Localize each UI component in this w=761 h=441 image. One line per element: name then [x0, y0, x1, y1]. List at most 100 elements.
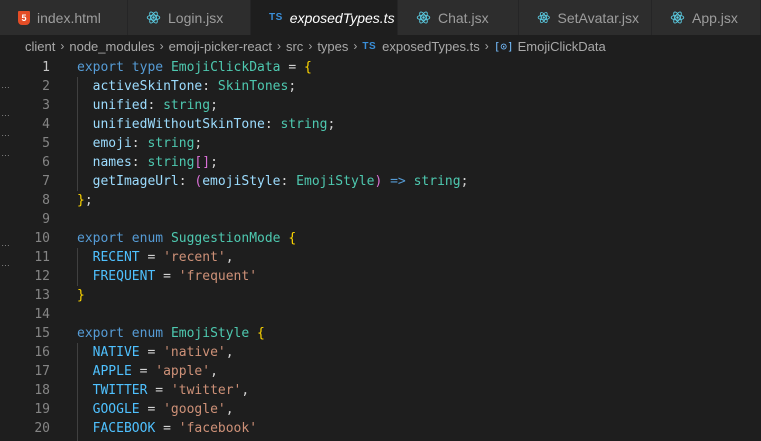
code-line[interactable]: 14: [0, 305, 761, 324]
code-line[interactable]: 17 APPLE = 'apple',: [0, 362, 761, 381]
tab-index-html[interactable]: 5 index.html: [0, 0, 128, 35]
code-line[interactable]: 2 activeSkinTone: SkinTones;: [0, 77, 761, 96]
code-line[interactable]: 20 FACEBOOK = 'facebook': [0, 419, 761, 438]
code-token: 'recent': [163, 250, 226, 265]
code-token: =: [139, 402, 164, 417]
tab-login-jsx[interactable]: Login.jsx: [128, 0, 251, 35]
symbol-interface-icon: [⊙]: [493, 39, 514, 53]
breadcrumb-item-emoji-picker-react[interactable]: emoji-picker-react: [169, 39, 272, 54]
tab-app-jsx[interactable]: App.jsx: [652, 0, 761, 35]
code-text: unifiedWithoutSkinTone: string;: [77, 115, 336, 134]
line-number: 4: [42, 117, 50, 132]
code-token: type: [131, 60, 164, 75]
code-line[interactable]: 19 GOOGLE = 'google',: [0, 400, 761, 419]
line-number: 19: [34, 402, 50, 417]
code-text: FREQUENT = 'frequent': [77, 267, 257, 286]
line-number: 7: [42, 174, 50, 189]
code-token: =>: [390, 174, 406, 189]
line-number: 9: [42, 212, 50, 227]
breadcrumb-item-symbol[interactable]: [⊙] EmojiClickData: [494, 39, 606, 54]
code-line[interactable]: 3 unified: string;: [0, 96, 761, 115]
chevron-right-icon: ›: [484, 39, 489, 53]
tab-exposed-types-ts[interactable]: TS exposedTypes.ts ×: [251, 0, 414, 35]
code-token: TWITTER: [92, 383, 148, 398]
code-token: }: [77, 288, 85, 303]
breadcrumb-item-client[interactable]: client: [25, 39, 55, 54]
code-token: export: [77, 326, 124, 341]
code-token: ,: [225, 345, 234, 360]
code-token: ,: [225, 402, 234, 417]
react-icon: [670, 11, 685, 24]
code-line[interactable]: 6 names: string[];: [0, 153, 761, 172]
code-token: string: [147, 155, 195, 170]
code-token: []: [194, 155, 211, 170]
line-number: 6: [42, 155, 50, 170]
code-token: emoji: [92, 136, 132, 151]
code-line[interactable]: 11 RECENT = 'recent',: [0, 248, 761, 267]
chevron-right-icon: ›: [159, 39, 164, 53]
tab-chat-jsx[interactable]: Chat.jsx: [398, 0, 519, 35]
breadcrumb-file-label: exposedTypes.ts: [382, 38, 480, 54]
line-number: 11: [34, 250, 50, 265]
line-number: 10: [34, 231, 50, 246]
code-editor[interactable]: 1 export type EmojiClickData = {2 activeS…: [0, 57, 761, 441]
code-token: FREQUENT: [92, 269, 156, 284]
line-number: 13: [34, 288, 50, 303]
code-line[interactable]: 1 export type EmojiClickData = {: [0, 58, 761, 77]
code-line[interactable]: 8};: [0, 191, 761, 210]
line-number: 20: [34, 421, 50, 436]
code-token: EmojiStyle: [170, 326, 250, 341]
breadcrumb-item-file[interactable]: TS exposedTypes.ts: [362, 39, 479, 54]
code-text: unified: string;: [77, 96, 218, 115]
tab-label: SetAvatar.jsx: [557, 9, 639, 26]
code-line[interactable]: 15 export enum EmojiStyle {: [0, 324, 761, 343]
breadcrumb-item-src[interactable]: src: [286, 39, 303, 54]
code-text: export enum EmojiStyle {: [77, 324, 265, 343]
code-line[interactable]: 5 emoji: string;: [0, 134, 761, 153]
code-token: EmojiStyle: [296, 174, 375, 189]
code-token: string: [163, 98, 211, 113]
code-token: =: [139, 250, 164, 265]
line-number: 3: [42, 98, 50, 113]
line-number: 14: [34, 307, 50, 322]
code-line[interactable]: 4 unifiedWithoutSkinTone: string;: [0, 115, 761, 134]
breadcrumb-item-node-modules[interactable]: node_modules: [69, 39, 154, 54]
code-token: ;: [84, 193, 93, 208]
code-line[interactable]: 16 NATIVE = 'native',: [0, 343, 761, 362]
code-line[interactable]: 10 export enum SuggestionMode {: [0, 229, 761, 248]
line-number: 15: [34, 326, 50, 341]
code-line[interactable]: 13}: [0, 286, 761, 305]
code-line[interactable]: 18 TWITTER = 'twitter',: [0, 381, 761, 400]
line-number: 18: [34, 383, 50, 398]
code-text: activeSkinTone: SkinTones;: [77, 77, 297, 96]
tab-set-avatar-jsx[interactable]: SetAvatar.jsx: [519, 0, 652, 35]
code-token: :: [264, 117, 281, 132]
code-token: }: [77, 193, 85, 208]
breadcrumb-item-types[interactable]: types: [317, 39, 348, 54]
code-token: {: [304, 60, 312, 75]
code-line[interactable]: 12 FREQUENT = 'frequent': [0, 267, 761, 286]
tab-label: Login.jsx: [168, 9, 224, 26]
code-token: RECENT: [92, 250, 140, 265]
code-line[interactable]: 7 getImageUrl: (emojiStyle: EmojiStyle) …: [0, 172, 761, 191]
code-token: ;: [327, 117, 336, 132]
code-token: names: [92, 155, 132, 170]
code-line[interactable]: 9: [0, 210, 761, 229]
react-icon: [537, 12, 550, 23]
line-number: 8: [42, 193, 50, 208]
